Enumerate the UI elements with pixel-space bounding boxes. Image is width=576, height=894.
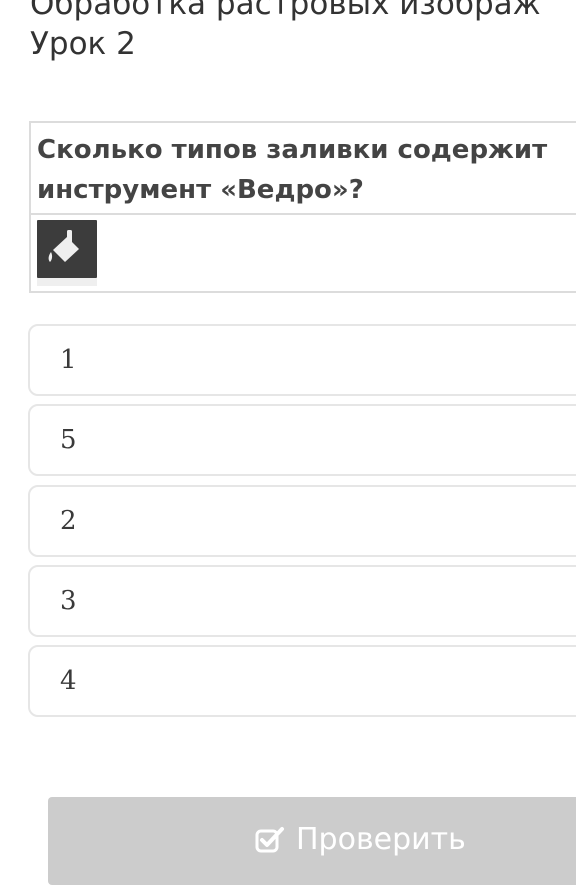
lesson-title: Обработка растровых изображ Урок 2 xyxy=(30,0,576,64)
question-card: Сколько типов заливки содержит инструмен… xyxy=(29,121,576,293)
paint-bucket-icon xyxy=(37,220,97,278)
question-divider xyxy=(31,213,576,215)
check-button-label: Проверить xyxy=(296,822,466,857)
answer-label: 1 xyxy=(60,345,77,375)
question-text: Сколько типов заливки содержит инструмен… xyxy=(37,135,548,205)
answer-option-1[interactable]: 1 xyxy=(28,324,576,396)
answer-label: 5 xyxy=(60,425,77,455)
answer-label: 3 xyxy=(60,586,77,616)
image-caption-strip xyxy=(37,278,97,286)
check-square-icon xyxy=(255,825,285,855)
answer-option-2[interactable]: 5 xyxy=(28,404,576,476)
answer-label: 2 xyxy=(60,506,77,536)
answer-option-3[interactable]: 2 xyxy=(28,485,576,557)
quiz-page: Обработка растровых изображ Урок 2 Сколь… xyxy=(0,0,576,894)
lesson-title-line-2: Урок 2 xyxy=(30,26,136,62)
check-button[interactable]: Проверить xyxy=(48,797,576,885)
answer-option-4[interactable]: 3 xyxy=(28,565,576,637)
answer-option-5[interactable]: 4 xyxy=(28,645,576,717)
answer-label: 4 xyxy=(60,666,77,696)
lesson-title-line-1: Обработка растровых изображ xyxy=(30,0,541,22)
